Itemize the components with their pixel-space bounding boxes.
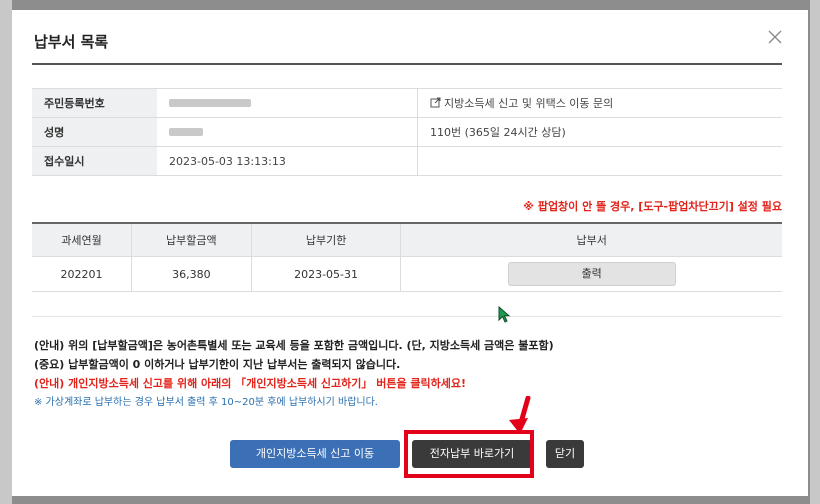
- cell-amount: 36,380: [130, 256, 252, 292]
- external-link-icon: [430, 97, 441, 108]
- cell-period: 202201: [32, 256, 132, 292]
- column-header: 납부서: [400, 222, 782, 257]
- background-page-right: [810, 0, 820, 504]
- info-label: 주민등록번호: [32, 88, 157, 118]
- modal-title: 납부서 목록: [34, 33, 109, 51]
- info-row: 주민등록번호 지방소득세 신고 및 위택스 이동 문의: [32, 88, 782, 118]
- column-header: 납부할금액: [130, 222, 252, 257]
- payment-table: 과세연월 납부할금액 납부기한 납부서 202201 36,380 2023-0…: [32, 222, 782, 292]
- info-value: 2023-05-03 13:13:13: [157, 146, 418, 176]
- local-income-tax-button[interactable]: 개인지방소득세 신고 이동: [230, 440, 400, 468]
- print-button[interactable]: 출력: [507, 262, 676, 286]
- column-header: 과세연월: [32, 222, 132, 257]
- info-row: 접수일시 2023-05-03 13:13:13: [32, 146, 782, 176]
- notice-item-highlight: (안내) 개인지방소득세 신고를 위해 아래의 「개인지방소득세 신고하기」 버…: [34, 377, 467, 390]
- notice-item: (중요) 납부할금액이 0 이하거나 납부기한이 지난 납부서는 출력되지 않습…: [34, 358, 401, 371]
- cell-action: 출력: [400, 256, 782, 292]
- title-divider: [32, 63, 782, 65]
- info-value-masked: [157, 117, 418, 147]
- background-page-left: [0, 0, 12, 504]
- info-row: 성명 110번 (365일 24시간 상담): [32, 117, 782, 147]
- notice-item: (안내) 위의 [납부할금액]은 농어촌특별세 또는 교육세 등을 포함한 금액…: [34, 339, 554, 352]
- close-button[interactable]: 닫기: [546, 440, 584, 468]
- info-note-empty: [417, 146, 782, 176]
- cell-due-date: 2023-05-31: [250, 256, 401, 292]
- info-note-text: 지방소득세 신고 및 위택스 이동 문의: [444, 97, 614, 110]
- close-icon[interactable]: [766, 28, 784, 46]
- info-label: 성명: [32, 117, 157, 147]
- popup-warning: ※ 팝업창이 안 뜰 경우, [도구-팝업차단끄기] 설정 필요: [523, 200, 782, 213]
- info-note-inquiry[interactable]: 지방소득세 신고 및 위택스 이동 문의: [417, 88, 782, 118]
- table-header-row: 과세연월 납부할금액 납부기한 납부서: [32, 222, 782, 257]
- info-value-masked: [157, 88, 418, 118]
- section-divider: [32, 316, 782, 317]
- info-label: 접수일시: [32, 146, 157, 176]
- payment-slip-modal: 납부서 목록 주민등록번호 지방소득세 신고 및 위택스 이동 문의 성명 11…: [12, 10, 808, 496]
- mouse-cursor-icon: [498, 306, 511, 323]
- info-note-text: 110번 (365일 24시간 상담): [417, 117, 782, 147]
- taxpayer-info-table: 주민등록번호 지방소득세 신고 및 위택스 이동 문의 성명 110번 (365…: [32, 88, 782, 176]
- notice-list: (안내) 위의 [납부할금액]은 농어촌특별세 또는 교육세 등을 포함한 금액…: [34, 336, 794, 412]
- highlight-box: [404, 430, 534, 478]
- column-header: 납부기한: [250, 222, 401, 257]
- table-row: 202201 36,380 2023-05-31 출력: [32, 256, 782, 292]
- notice-item-virtual-account: ※ 가상계좌로 납부하는 경우 납부서 출력 후 10~20분 후에 납부하시기…: [34, 397, 378, 408]
